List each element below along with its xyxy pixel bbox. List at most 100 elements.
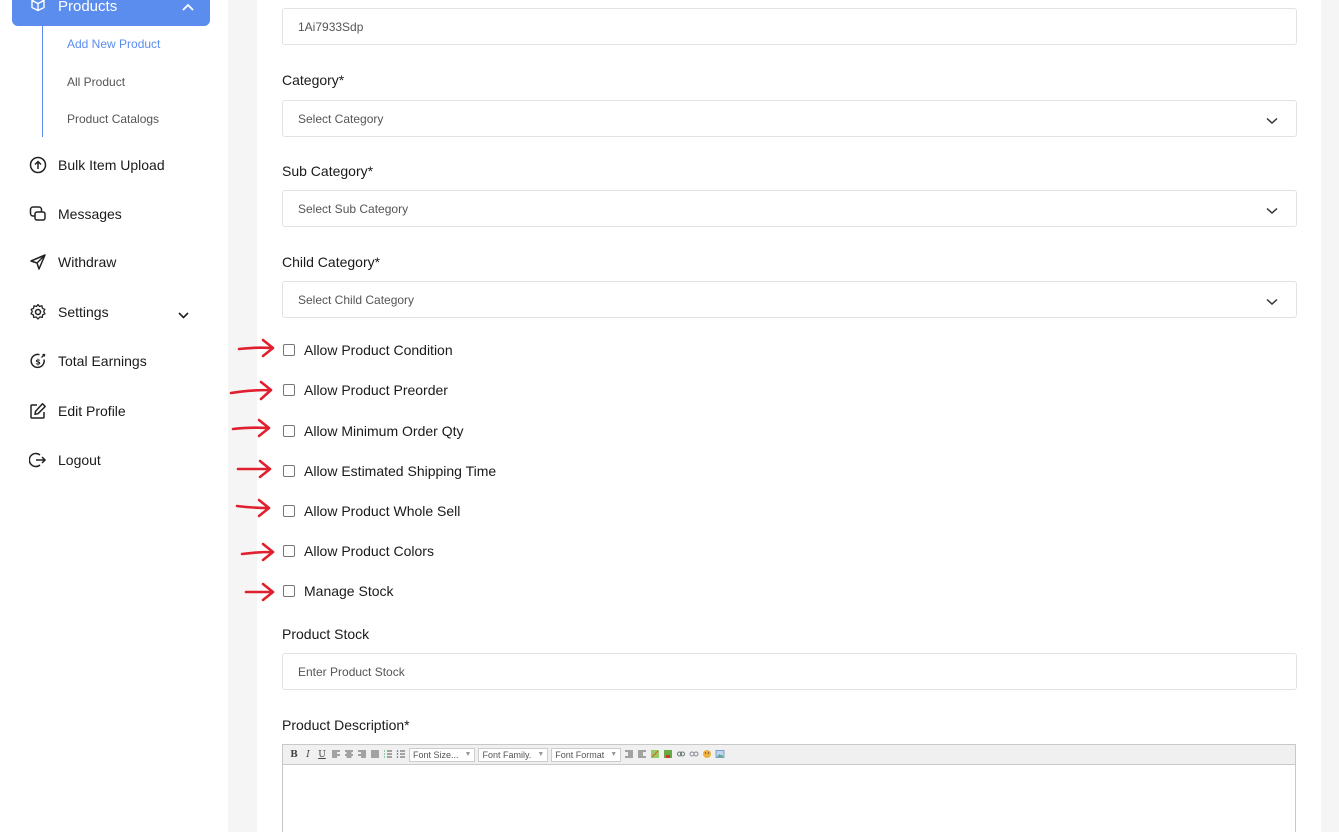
checkbox[interactable] xyxy=(283,585,295,597)
submenu-item-all-product[interactable]: All Product xyxy=(67,75,125,89)
submenu-item-product-catalogs[interactable]: Product Catalogs xyxy=(67,112,159,126)
product-stock-placeholder: Enter Product Stock xyxy=(298,664,405,679)
box-icon xyxy=(30,0,46,17)
sidebar-item-messages[interactable]: Messages xyxy=(28,203,122,225)
child-category-label: Child Category* xyxy=(282,254,381,270)
checkbox-row-product-preorder[interactable]: Allow Product Preorder xyxy=(282,380,448,400)
checkbox-label: Allow Product Condition xyxy=(304,342,453,358)
submenu-line xyxy=(42,26,43,137)
annotation-arrow-icon xyxy=(236,459,272,479)
sidebar-item-logout[interactable]: Logout xyxy=(28,449,101,471)
sidebar-item-label: Withdraw xyxy=(58,254,117,270)
checkbox[interactable] xyxy=(283,425,295,437)
sidebar-item-withdraw[interactable]: Withdraw xyxy=(28,251,116,273)
sidebar-item-label: Logout xyxy=(58,452,101,468)
checkbox-label: Allow Product Preorder xyxy=(304,382,448,398)
product-stock-label: Product Stock xyxy=(282,626,370,642)
checkbox-label: Allow Product Whole Sell xyxy=(304,503,461,519)
annotation-arrow-icon xyxy=(229,380,273,401)
sidebar-item-edit-profile[interactable]: Edit Profile xyxy=(28,400,126,422)
sidebar-item-total-earnings[interactable]: $ Total Earnings xyxy=(28,350,147,372)
category-select[interactable]: Select Category xyxy=(282,100,1297,137)
sub-category-label: Sub Category* xyxy=(282,163,374,179)
earnings-icon: $ xyxy=(28,351,48,371)
checkbox[interactable] xyxy=(283,545,295,557)
checkbox-label: Allow Estimated Shipping Time xyxy=(304,463,497,479)
svg-text:$: $ xyxy=(35,358,41,367)
align-justify-icon[interactable] xyxy=(370,749,383,761)
background-color-icon[interactable] xyxy=(663,749,676,761)
font-format-select[interactable]: Font Format ▼ xyxy=(551,747,622,762)
font-family-value: Font Family. xyxy=(482,749,532,760)
sidebar-item-label: Edit Profile xyxy=(58,403,126,419)
unordered-list-icon[interactable] xyxy=(396,749,409,761)
gear-icon xyxy=(28,302,48,322)
checkbox[interactable] xyxy=(283,465,295,477)
sidebar-item-bulk-upload[interactable]: Bulk Item Upload xyxy=(28,154,165,176)
checkbox-row-product-colors[interactable]: Allow Product Colors xyxy=(282,541,434,561)
product-stock-input[interactable]: Enter Product Stock xyxy=(282,653,1297,690)
annotation-arrow-icon xyxy=(237,338,275,358)
bold-button[interactable]: B xyxy=(289,750,299,760)
upload-icon xyxy=(28,155,48,175)
chevron-down-icon[interactable] xyxy=(178,306,189,322)
checkbox[interactable] xyxy=(283,384,295,396)
rich-text-editor[interactable]: B I U Font Size... ▼ Font Family. ▼ Font F… xyxy=(282,744,1296,832)
sidebar-item-products[interactable]: Products xyxy=(12,0,210,26)
send-icon xyxy=(28,252,48,272)
unlink-icon[interactable] xyxy=(689,749,702,761)
annotation-arrow-icon xyxy=(244,582,275,602)
annotation-arrow-icon xyxy=(231,418,271,438)
annotation-arrow-icon xyxy=(235,498,271,518)
product-description-label: Product Description* xyxy=(282,717,410,733)
sidebar: Products Add New Product All Product Pro… xyxy=(0,0,228,832)
text-color-icon[interactable] xyxy=(650,749,663,761)
checkbox-label: Allow Minimum Order Qty xyxy=(304,423,464,439)
annotation-arrow-icon xyxy=(240,542,275,562)
checkbox-row-estimated-shipping-time[interactable]: Allow Estimated Shipping Time xyxy=(282,461,496,481)
italic-button[interactable]: I xyxy=(303,750,313,760)
underline-button[interactable]: U xyxy=(317,750,327,760)
chevron-down-icon xyxy=(1266,114,1278,128)
sidebar-item-label: Settings xyxy=(58,304,109,320)
checkbox-row-manage-stock[interactable]: Manage Stock xyxy=(282,581,394,601)
dropdown-arrow-icon: ▼ xyxy=(464,751,472,758)
checkbox-row-product-condition[interactable]: Allow Product Condition xyxy=(282,340,453,360)
emoticon-icon[interactable] xyxy=(702,749,715,761)
child-category-select[interactable]: Select Child Category xyxy=(282,281,1297,318)
chevron-up-icon[interactable] xyxy=(182,0,194,16)
sku-field[interactable]: 1Ai7933Sdp xyxy=(282,8,1297,45)
checkbox[interactable] xyxy=(283,505,295,517)
checkbox[interactable] xyxy=(283,344,295,356)
chevron-down-icon xyxy=(1266,204,1278,218)
font-format-value: Font Format xyxy=(555,749,605,760)
align-left-icon[interactable] xyxy=(331,749,344,761)
child-category-placeholder: Select Child Category xyxy=(298,292,415,307)
link-icon[interactable] xyxy=(676,749,689,761)
sub-category-placeholder: Select Sub Category xyxy=(298,201,409,216)
sku-value: 1Ai7933Sdp xyxy=(298,19,364,34)
outdent-icon[interactable] xyxy=(624,749,637,761)
checkbox-row-product-whole-sell[interactable]: Allow Product Whole Sell xyxy=(282,501,460,521)
chevron-down-icon xyxy=(1266,295,1278,309)
font-family-select[interactable]: Font Family. ▼ xyxy=(478,747,549,762)
category-label: Category* xyxy=(282,72,345,88)
checkbox-row-minimum-order-qty[interactable]: Allow Minimum Order Qty xyxy=(282,421,463,441)
indent-icon[interactable] xyxy=(637,749,650,761)
align-right-icon[interactable] xyxy=(357,749,370,761)
logout-icon xyxy=(28,450,48,470)
font-size-select[interactable]: Font Size... ▼ xyxy=(409,747,476,762)
ordered-list-icon[interactable] xyxy=(383,749,396,761)
sidebar-item-label: Messages xyxy=(58,206,122,222)
image-icon[interactable] xyxy=(715,749,728,761)
sidebar-item-settings[interactable]: Settings xyxy=(28,301,198,323)
sub-category-select[interactable]: Select Sub Category xyxy=(282,190,1297,227)
chat-icon xyxy=(28,204,48,224)
dropdown-arrow-icon: ▼ xyxy=(610,751,618,758)
submenu-item-add-new-product[interactable]: Add New Product xyxy=(67,37,160,51)
sidebar-item-label: Products xyxy=(58,0,118,15)
sidebar-item-label: Total Earnings xyxy=(58,353,147,369)
font-size-value: Font Size... xyxy=(413,749,459,760)
edit-icon xyxy=(28,401,48,421)
align-center-icon[interactable] xyxy=(344,749,357,761)
